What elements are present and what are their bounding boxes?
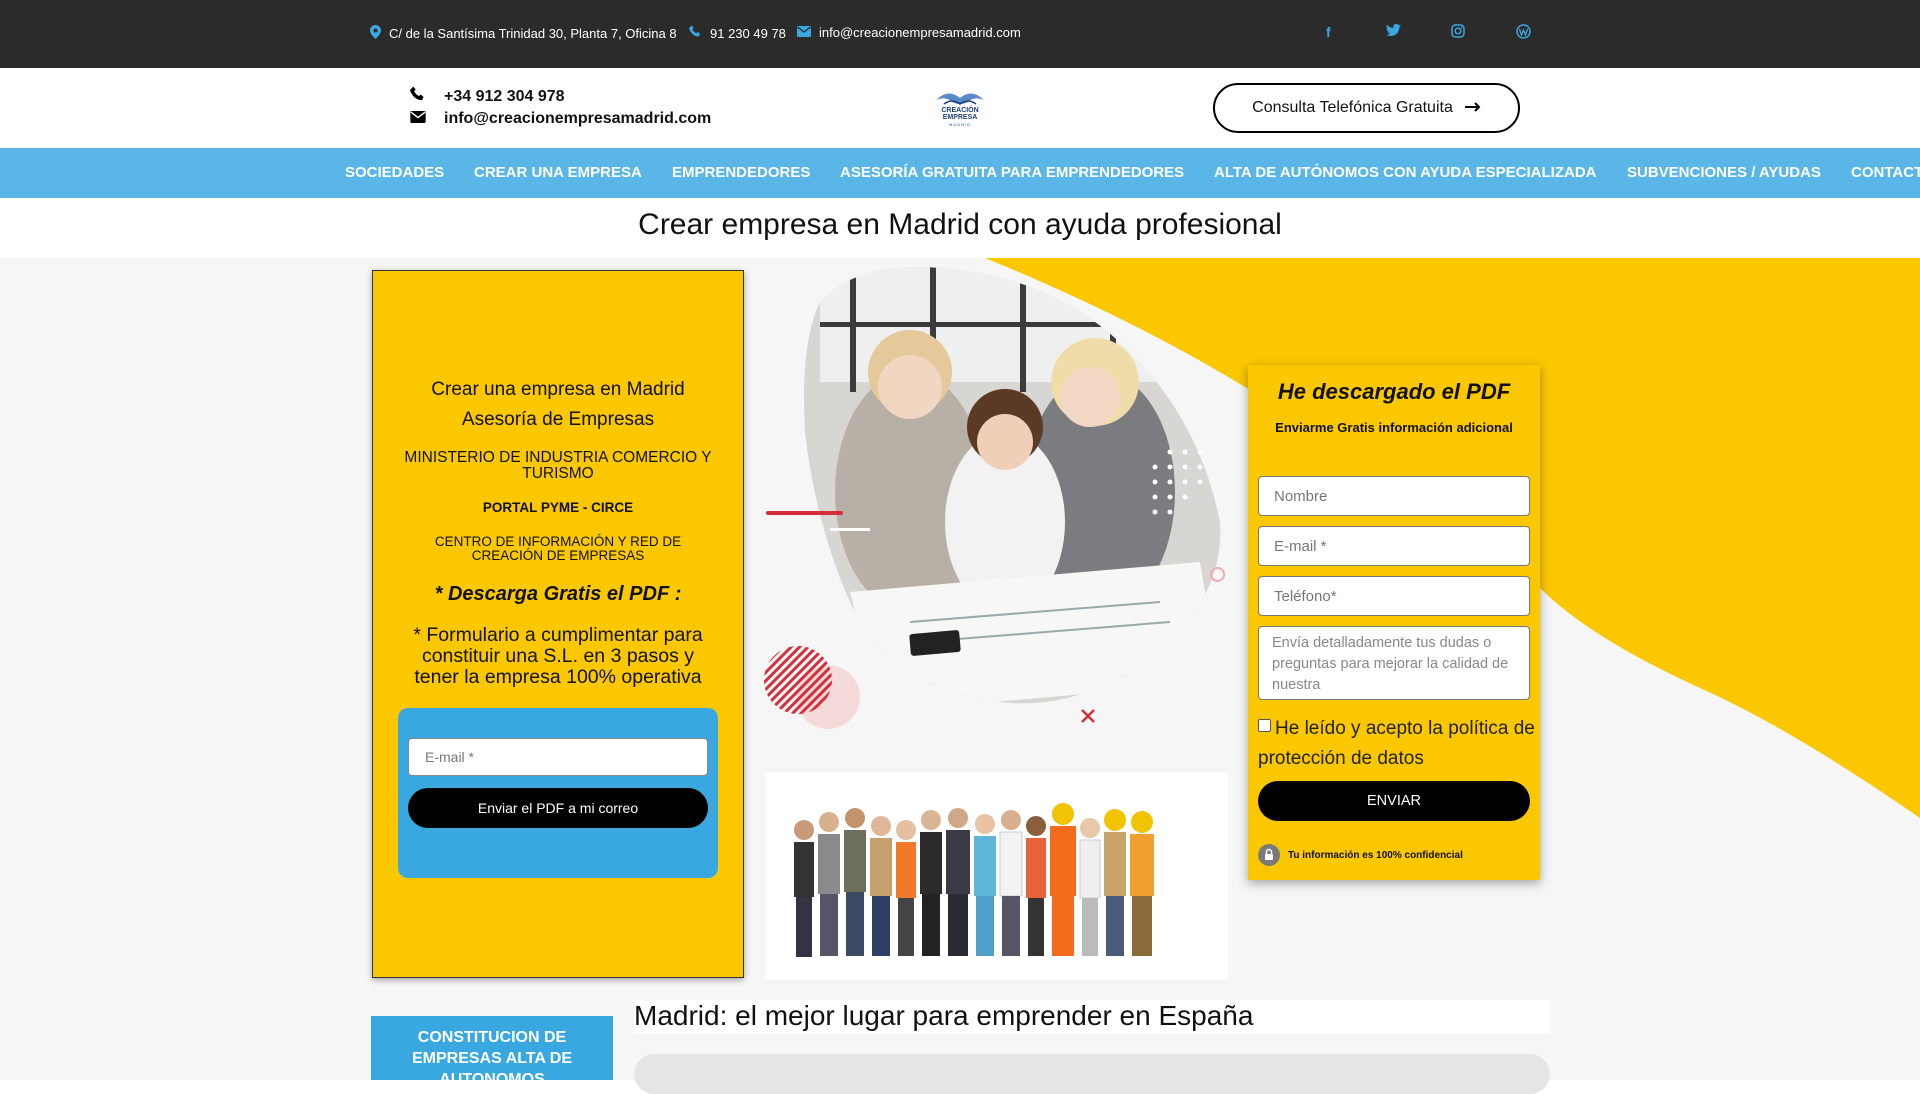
header-email-text[interactable]: info@creacionempresamadrid.com xyxy=(444,110,711,128)
pdf-download-panel: Crear una empresa en Madrid Asesoría de … xyxy=(372,270,744,978)
pdf-email-input[interactable]: E-mail * xyxy=(408,738,708,776)
twitter-icon[interactable] xyxy=(1386,23,1401,40)
nav-item-autonomos[interactable]: ALTA DE AUTÓNOMOS CON AYUDA ESPECIALIZAD… xyxy=(1214,164,1597,181)
privacy-row: He leído y acepto la política de protecc… xyxy=(1258,714,1536,774)
gray-content-bar xyxy=(634,1054,1550,1094)
instagram-icon[interactable] xyxy=(1451,24,1465,41)
cta-label: Consulta Telefónica Gratuita xyxy=(1252,99,1453,116)
logo-text-2: EMPRESA xyxy=(942,114,978,121)
send-pdf-button[interactable]: Enviar el PDF a mi correo xyxy=(408,788,708,828)
pdf-email-form: E-mail * Enviar el PDF a mi correo xyxy=(398,708,718,878)
page-title: Crear empresa en Madrid con ayuda profes… xyxy=(638,208,1282,241)
phone-text[interactable]: 91 230 49 78 xyxy=(710,26,786,41)
pdf-heading: * Descarga Gratis el PDF : xyxy=(434,583,682,605)
workers-group-photo xyxy=(766,772,1228,980)
top-bar: C/ de la Santísima Trinidad 30, Planta 7… xyxy=(0,0,1920,68)
email-input[interactable]: E-mail * xyxy=(1258,526,1530,566)
header-phone-text[interactable]: +34 912 304 978 xyxy=(444,88,565,106)
nav-item-sociedades[interactable]: SOCIEDADES xyxy=(345,164,444,181)
lock-icon xyxy=(1258,844,1280,866)
nav-item-crear-empresa[interactable]: CREAR UNA EMPRESA xyxy=(474,164,642,181)
nav-item-subvenciones[interactable]: SUBVENCIONES / AYUDAS xyxy=(1627,164,1821,181)
privacy-label[interactable]: He leído y acepto la política de protecc… xyxy=(1258,718,1535,769)
message-textarea[interactable]: Envía detalladamente tus dudas o pregunt… xyxy=(1258,626,1530,700)
nav-item-contacto[interactable]: CONTACTO xyxy=(1851,164,1920,181)
logo-text-1: CREACIÓN xyxy=(941,107,979,114)
decorative-x-icon xyxy=(1081,709,1095,723)
nav-item-emprendedores[interactable]: EMPRENDEDORES xyxy=(672,164,810,181)
submit-button[interactable]: ENVIAR xyxy=(1258,781,1530,821)
workers-illustration xyxy=(766,772,1228,980)
pdf-description: * Formulario a cumplimentar para constit… xyxy=(413,624,703,688)
main-nav: SOCIEDADES CREAR UNA EMPRESA EMPRENDEDOR… xyxy=(0,148,1920,198)
address-info: C/ de la Santísima Trinidad 30, Planta 7… xyxy=(370,25,677,42)
form-title: He descargado el PDF xyxy=(1277,379,1511,404)
panel-heading: Crear una empresa en Madrid Asesoría de … xyxy=(373,375,743,435)
header-email[interactable]: info@creacionempresamadrid.com xyxy=(410,110,711,128)
decorative-red-line xyxy=(766,511,843,515)
envelope-icon xyxy=(410,110,444,128)
header-phone[interactable]: +34 912 304 978 xyxy=(410,86,565,107)
envelope-icon xyxy=(797,25,811,40)
privacy-checkbox[interactable] xyxy=(1258,719,1271,733)
confidential-note: Tu información es 100% confidencial xyxy=(1258,844,1463,866)
section-title: Madrid: el mejor lugar para emprender en… xyxy=(634,1000,1550,1034)
centro-text: CENTRO DE INFORMACIÓN Y RED DE CREACIÓN … xyxy=(434,534,682,563)
location-pin-icon xyxy=(370,25,381,42)
name-input[interactable]: Nombre xyxy=(1258,476,1530,516)
panel-heading-line2: Asesoría de Empresas xyxy=(461,409,655,430)
ministry-text: MINISTERIO DE INDUSTRIA COMERCIO Y TURIS… xyxy=(404,449,712,482)
phone-icon xyxy=(689,25,702,41)
arrow-right-icon xyxy=(1464,99,1481,117)
decorative-white-line xyxy=(830,528,870,531)
email-text[interactable]: info@creacionempresamadrid.com xyxy=(819,25,1021,40)
logo-text-3: MADRID xyxy=(949,122,971,127)
contact-form: He descargado el PDF Enviarme Gratis inf… xyxy=(1248,365,1540,880)
constitucion-box[interactable]: CONSTITUCION DE EMPRESAS ALTA DE AUTONOM… xyxy=(371,1016,613,1080)
panel-heading-line1: Crear una empresa en Madrid xyxy=(431,379,685,400)
phone-input[interactable]: Teléfono* xyxy=(1258,576,1530,616)
phone-info[interactable]: 91 230 49 78 xyxy=(689,25,786,41)
nav-item-asesoria[interactable]: ASESORÍA GRATUITA PARA EMPRENDEDORES xyxy=(840,164,1184,181)
free-consultation-button[interactable]: Consulta Telefónica Gratuita xyxy=(1213,83,1520,133)
site-logo[interactable]: CREACIÓN EMPRESA MADRID xyxy=(930,86,990,130)
facebook-icon[interactable]: f xyxy=(1326,24,1331,40)
decorative-hatched-circle xyxy=(764,646,860,729)
confidential-text: Tu información es 100% confidencial xyxy=(1288,849,1463,861)
form-subtitle: Enviarme Gratis información adicional xyxy=(1275,420,1513,435)
email-info[interactable]: info@creacionempresamadrid.com xyxy=(797,25,1021,40)
portal-text: PORTAL PYME - CIRCE xyxy=(482,500,634,515)
wordpress-icon[interactable] xyxy=(1516,24,1531,42)
decorative-ring xyxy=(1210,567,1225,582)
phone-icon xyxy=(410,86,444,107)
address-text: C/ de la Santísima Trinidad 30, Planta 7… xyxy=(389,26,677,41)
